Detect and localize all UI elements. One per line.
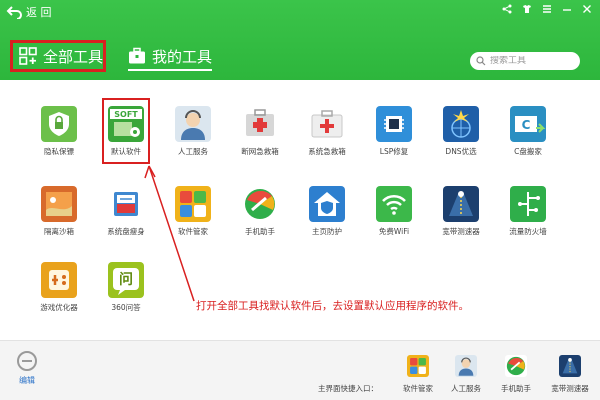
speed-test-icon <box>443 186 479 222</box>
quick-software-manager[interactable]: 软件管家 <box>394 355 442 394</box>
annotation-text: 打开全部工具找默认软件后，去设置默认应用程序的软件。 <box>196 300 469 312</box>
quick-item-label: 宽带测速器 <box>551 384 589 393</box>
tool-human-service[interactable]: 人工服务 <box>158 106 228 162</box>
game-optimizer-icon <box>41 262 77 298</box>
quick-speed-test[interactable]: 宽带测速器 <box>546 355 594 394</box>
phone-assistant-icon <box>242 186 278 222</box>
quick-entry-label: 主界面快捷入口： <box>318 384 378 393</box>
quick-item-label: 软件管家 <box>403 384 433 393</box>
traffic-firewall-icon <box>510 186 546 222</box>
search-box[interactable] <box>470 52 580 70</box>
tool-sandbox[interactable]: 隔离沙箱 <box>24 186 94 242</box>
search-icon <box>476 56 486 66</box>
tool-label: 断网急救箱 <box>241 147 279 156</box>
tool-label: 360问答 <box>111 303 141 312</box>
support-agent-icon <box>175 106 211 142</box>
disk-slim-icon <box>108 186 144 222</box>
back-button[interactable]: 返 回 <box>6 3 52 21</box>
qa-icon: 问 <box>108 262 144 298</box>
tool-label: 游戏优化器 <box>40 303 78 312</box>
tab-all-tools-label: 全部工具 <box>43 47 104 66</box>
tool-label: DNS优选 <box>445 147 477 156</box>
sandbox-icon <box>41 186 77 222</box>
tool-privacy-guard[interactable]: 隐私保镖 <box>24 106 94 162</box>
tool-label: 免费WiFi <box>378 227 410 236</box>
shield-lock-icon <box>41 106 77 142</box>
tool-label: 人工服务 <box>178 147 208 156</box>
tool-dns-optimize[interactable]: DNS优选 <box>426 106 496 162</box>
tool-label: LSP修复 <box>379 147 409 156</box>
tool-c-drive-move[interactable]: C C盘搬家 <box>493 106 563 162</box>
minus-circle-icon <box>17 351 37 371</box>
window-controls <box>500 2 594 16</box>
tool-software-manager[interactable]: 软件管家 <box>158 186 228 242</box>
footer-bar: 编辑 主界面快捷入口： 软件管家 人工服务 手机助手 宽带测速器 <box>0 340 600 400</box>
close-icon[interactable] <box>580 2 594 16</box>
software-manager-icon <box>175 186 211 222</box>
software-manager-icon <box>407 355 429 377</box>
tab-underline <box>128 69 213 71</box>
tool-network-firstaid[interactable]: 断网急救箱 <box>225 106 295 162</box>
homepage-shield-icon <box>309 186 345 222</box>
menu-icon[interactable] <box>540 2 554 16</box>
svg-text:问: 问 <box>119 271 133 288</box>
default-software-highlight <box>102 98 150 164</box>
tool-system-firstaid[interactable]: 系统急救箱 <box>292 106 362 162</box>
toolbox-icon <box>129 47 145 64</box>
header-bar: 返 回 全部工具 我的工具 <box>0 0 600 80</box>
tool-label: 主页防护 <box>312 227 342 236</box>
quick-item-label: 手机助手 <box>501 384 531 393</box>
support-agent-icon <box>455 355 477 377</box>
minimize-icon[interactable] <box>560 2 574 16</box>
tab-my-tools-label: 我的工具 <box>152 47 213 66</box>
tab-all-tools[interactable]: 全部工具 <box>10 40 106 72</box>
tool-label: 系统急救箱 <box>308 147 346 156</box>
quick-human-service[interactable]: 人工服务 <box>442 355 490 394</box>
tool-phone-assistant[interactable]: 手机助手 <box>225 186 295 242</box>
tool-disk-slim[interactable]: 系统盘瘦身 <box>91 186 161 242</box>
tool-360-qa[interactable]: 问 360问答 <box>91 262 161 318</box>
tool-homepage-protect[interactable]: 主页防护 <box>292 186 362 242</box>
wifi-icon <box>376 186 412 222</box>
back-arrow-icon <box>6 6 22 19</box>
tool-label: C盘搬家 <box>514 147 542 156</box>
share-icon[interactable] <box>500 2 514 16</box>
tool-label: 系统盘瘦身 <box>107 227 145 236</box>
svg-text:C: C <box>522 118 531 132</box>
quick-phone-assistant[interactable]: 手机助手 <box>492 355 540 394</box>
network-firstaid-icon <box>242 106 278 142</box>
tool-traffic-firewall[interactable]: 流量防火墙 <box>493 186 563 242</box>
dns-globe-icon <box>443 106 479 142</box>
tool-free-wifi[interactable]: 免费WiFi <box>359 186 429 242</box>
tool-lsp-repair[interactable]: LSP修复 <box>359 106 429 162</box>
grid-plus-icon <box>19 47 37 65</box>
tool-label: 流量防火墙 <box>509 227 547 236</box>
edit-button[interactable]: 编辑 <box>14 351 40 386</box>
tool-label: 隔离沙箱 <box>44 227 74 236</box>
tool-label: 宽带测速器 <box>442 227 480 236</box>
search-input[interactable] <box>490 56 576 66</box>
lsp-chip-icon <box>376 106 412 142</box>
quick-item-label: 人工服务 <box>451 384 481 393</box>
tab-my-tools[interactable]: 我的工具 <box>128 40 213 72</box>
edit-label: 编辑 <box>19 376 35 385</box>
phone-assistant-icon <box>505 355 527 377</box>
system-firstaid-icon <box>309 106 345 142</box>
tool-label: 手机助手 <box>245 227 275 236</box>
tool-speed-test[interactable]: 宽带测速器 <box>426 186 496 242</box>
back-label: 返 回 <box>26 6 52 19</box>
skin-shirt-icon[interactable] <box>520 2 534 16</box>
c-drive-move-icon: C <box>510 106 546 142</box>
tool-game-optimizer[interactable]: 游戏优化器 <box>24 262 94 318</box>
speed-test-icon <box>559 355 581 377</box>
tool-label: 隐私保镖 <box>44 147 74 156</box>
tool-label: 软件管家 <box>178 227 208 236</box>
